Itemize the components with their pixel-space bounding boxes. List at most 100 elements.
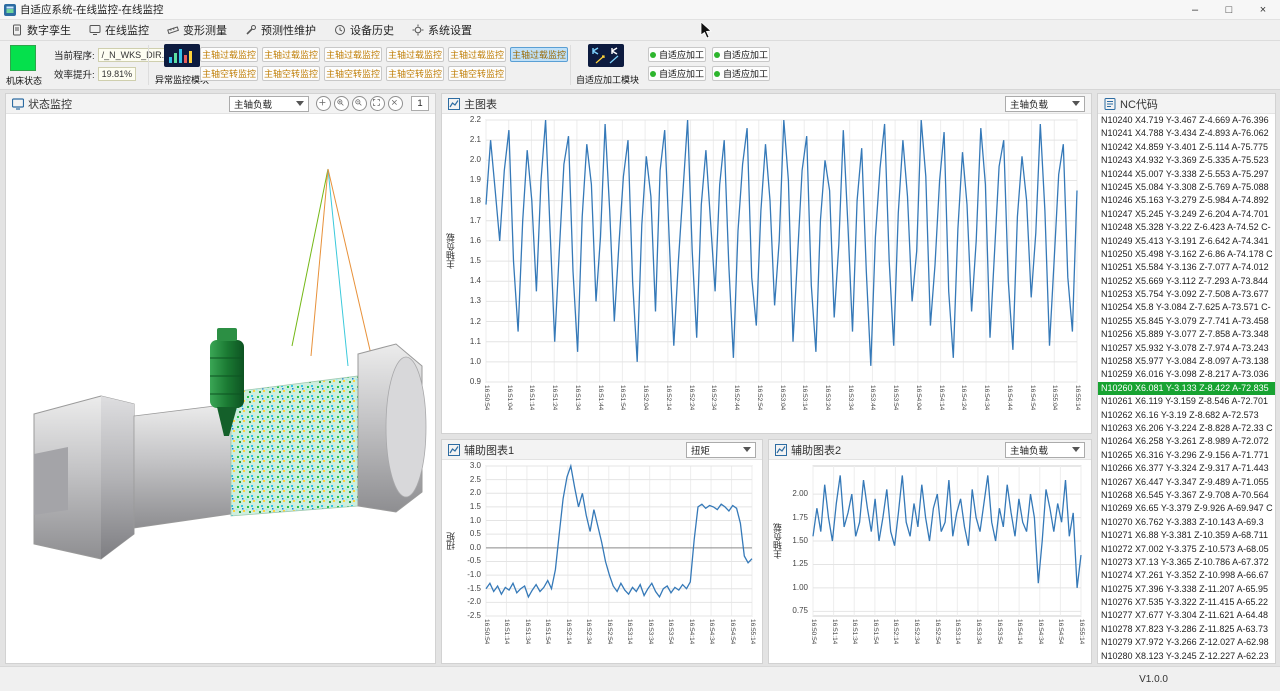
nc-code-line[interactable]: N10251 X5.584 Y-3.136 Z-7.077 A-74.012	[1098, 261, 1275, 274]
fit-icon	[373, 99, 382, 108]
machine-status-indicator	[10, 45, 36, 71]
fit-tool-button[interactable]	[370, 96, 385, 111]
nc-code-line[interactable]: N10276 X7.535 Y-3.322 Z-11.415 A-65.22	[1098, 596, 1275, 609]
nc-code-line[interactable]: N10245 X5.084 Y-3.308 Z-5.769 A-75.088	[1098, 181, 1275, 194]
nc-code-line[interactable]: N10278 X7.823 Y-3.286 Z-11.825 A-63.73	[1098, 623, 1275, 636]
nc-code-line[interactable]: N10266 X6.377 Y-3.324 Z-9.317 A-71.443	[1098, 462, 1275, 475]
aux-chart1-header: 辅助图表1 扭矩	[442, 440, 762, 460]
window-controls: – □ ×	[1178, 0, 1280, 19]
nc-code-line[interactable]: N10256 X5.889 Y-3.077 Z-7.858 A-73.348	[1098, 328, 1275, 341]
main-chart-header: 主图表 主轴负载	[442, 94, 1091, 114]
nc-code-line[interactable]: N10252 X5.669 Y-3.112 Z-7.293 A-73.844	[1098, 275, 1275, 288]
spindle-idle-monitor-button-4[interactable]: 主轴空转监控	[386, 66, 444, 81]
chart-icon	[775, 444, 787, 456]
menu-item-5[interactable]: 设备历史	[325, 20, 403, 40]
adaptive-module: 自适应加工模块	[576, 44, 636, 86]
y-axis-label: 主轴负载	[771, 466, 784, 616]
nc-code-line[interactable]: N10280 X8.123 Y-3.245 Z-12.227 A-62.23	[1098, 650, 1275, 662]
nc-code-line[interactable]: N10270 X6.762 Y-3.383 Z-10.143 A-69.3	[1098, 516, 1275, 529]
nc-code-line[interactable]: N10271 X6.88 Y-3.381 Z-10.359 A-68.711	[1098, 529, 1275, 542]
aux-chart1-plot-area[interactable]: 16:50:5416:51:1416:51:3416:51:5416:52:14…	[442, 460, 762, 662]
status-monitor-title: 状态监控	[28, 96, 72, 112]
main-chart-plot-area[interactable]: 16:50:5416:51:0416:51:1416:51:2416:51:34…	[442, 114, 1091, 432]
spindle-idle-monitor-button-1[interactable]: 主轴空转监控	[200, 66, 258, 81]
view-metric-dropdown[interactable]: 主轴负载	[229, 96, 309, 112]
spindle-overload-monitor-button-6[interactable]: 主轴过载监控	[510, 47, 568, 62]
spindle-overload-monitor-button-1[interactable]: 主轴过载监控	[200, 47, 258, 62]
wrench-icon	[245, 24, 257, 36]
menu-item-label: 预测性维护	[261, 22, 316, 38]
menu-item-2[interactable]: 在线监控	[80, 20, 158, 40]
spindle-overload-monitor-button-3[interactable]: 主轴过载监控	[324, 47, 382, 62]
nc-code-line[interactable]: N10257 X5.932 Y-3.078 Z-7.974 A-73.243	[1098, 342, 1275, 355]
menu-item-label: 在线监控	[105, 22, 149, 38]
pan-tool-button[interactable]	[316, 96, 331, 111]
nc-code-line[interactable]: N10241 X4.788 Y-3.434 Z-4.893 A-76.062	[1098, 127, 1275, 140]
adaptive-machining-button-3[interactable]: 自适应加工	[648, 66, 706, 81]
adaptive-machining-button-1[interactable]: 自适应加工	[648, 47, 706, 62]
spindle-idle-monitor-button-2[interactable]: 主轴空转监控	[262, 66, 320, 81]
adaptive-machining-button-2[interactable]: 自适应加工	[712, 47, 770, 62]
nc-code-line-active[interactable]: N10260 X6.081 Y-3.133 Z-8.422 A-72.835	[1098, 382, 1275, 395]
nc-code-line[interactable]: N10262 X6.16 Y-3.19 Z-8.682 A-72.573	[1098, 409, 1275, 422]
nc-code-line[interactable]: N10267 X6.447 Y-3.347 Z-9.489 A-71.055	[1098, 476, 1275, 489]
nc-code-line[interactable]: N10247 X5.245 Y-3.249 Z-6.204 A-74.701	[1098, 208, 1275, 221]
nc-code-line[interactable]: N10275 X7.396 Y-3.338 Z-11.207 A-65.95	[1098, 583, 1275, 596]
nc-code-line[interactable]: N10264 X6.258 Y-3.261 Z-8.989 A-72.072	[1098, 435, 1275, 448]
adaptive-machining-button-4[interactable]: 自适应加工	[712, 66, 770, 81]
menu-item-1[interactable]: 数字孪生	[2, 20, 80, 40]
main-chart-metric-dropdown[interactable]: 主轴负载	[1005, 96, 1085, 112]
spindle-overload-monitor-button-5[interactable]: 主轴过载监控	[448, 47, 506, 62]
nc-code-line[interactable]: N10248 X5.328 Y-3.22 Z-6.423 A-74.52 C-	[1098, 221, 1275, 234]
nc-code-line[interactable]: N10277 X7.677 Y-3.304 Z-11.621 A-64.48	[1098, 609, 1275, 622]
nc-code-line[interactable]: N10268 X6.545 Y-3.367 Z-9.708 A-70.564	[1098, 489, 1275, 502]
aux-chart1-metric-dropdown[interactable]: 扭矩	[686, 442, 756, 458]
status-strip: 机床状态 当前程序: /_N_WKS_DIR... 效率提升: 19.81% 异…	[0, 41, 1280, 90]
nc-code-line[interactable]: N10255 X5.845 Y-3.079 Z-7.741 A-73.458	[1098, 315, 1275, 328]
nc-code-line[interactable]: N10246 X5.163 Y-3.279 Z-5.984 A-74.892	[1098, 194, 1275, 207]
nc-code-line[interactable]: N10242 X4.859 Y-3.401 Z-5.114 A-75.775	[1098, 141, 1275, 154]
nc-code-line[interactable]: N10244 X5.007 Y-3.338 Z-5.553 A-75.297	[1098, 168, 1275, 181]
nc-code-line[interactable]: N10274 X7.261 Y-3.352 Z-10.998 A-66.67	[1098, 569, 1275, 582]
spindle-overload-monitor-button-4[interactable]: 主轴过载监控	[386, 47, 444, 62]
nc-code-line[interactable]: N10258 X5.977 Y-3.084 Z-8.097 A-73.138	[1098, 355, 1275, 368]
nc-code-line[interactable]: N10243 X4.932 Y-3.369 Z-5.335 A-75.523	[1098, 154, 1275, 167]
nc-code-line[interactable]: N10265 X6.316 Y-3.296 Z-9.156 A-71.771	[1098, 449, 1275, 462]
nc-code-line[interactable]: N10273 X7.13 Y-3.365 Z-10.786 A-67.372	[1098, 556, 1275, 569]
nc-code-line[interactable]: N10259 X6.016 Y-3.098 Z-8.217 A-73.036	[1098, 368, 1275, 381]
adaptive-button-label: 自适应加工	[723, 67, 768, 80]
minimize-button[interactable]: –	[1178, 0, 1212, 19]
nc-code-line[interactable]: N10240 X4.719 Y-3.467 Z-4.669 A-76.396	[1098, 114, 1275, 127]
nc-code-line[interactable]: N10272 X7.002 Y-3.375 Z-10.573 A-68.05	[1098, 543, 1275, 556]
aux-chart2-plot-area[interactable]: 16:50:5416:51:1416:51:3416:51:5416:52:14…	[769, 460, 1091, 662]
menu-item-4[interactable]: 预测性维护	[236, 20, 325, 40]
nc-code-list[interactable]: N10240 X4.719 Y-3.467 Z-4.669 A-76.396N1…	[1098, 114, 1275, 662]
menu-item-3[interactable]: 变形测量	[158, 20, 236, 40]
zoom-out-tool-button[interactable]	[352, 96, 367, 111]
main-chart-title: 主图表	[464, 96, 497, 112]
spindle-idle-monitor-button-3[interactable]: 主轴空转监控	[324, 66, 382, 81]
nc-code-line[interactable]: N10253 X5.754 Y-3.092 Z-7.508 A-73.677	[1098, 288, 1275, 301]
aux-chart1-title: 辅助图表1	[464, 442, 514, 458]
anomaly-module-icon	[164, 44, 200, 67]
maximize-button[interactable]: □	[1212, 0, 1246, 19]
aux-chart2-metric-dropdown[interactable]: 主轴负载	[1005, 442, 1085, 458]
code-icon	[1104, 98, 1116, 110]
spindle-idle-monitor-button-5[interactable]: 主轴空转监控	[448, 66, 506, 81]
close-tool-button[interactable]	[388, 96, 403, 111]
close-button[interactable]: ×	[1246, 0, 1280, 19]
nc-code-line[interactable]: N10263 X6.206 Y-3.224 Z-8.828 A-72.33 C	[1098, 422, 1275, 435]
spindle-overload-monitor-button-2[interactable]: 主轴过载监控	[262, 47, 320, 62]
nc-code-line[interactable]: N10254 X5.8 Y-3.084 Z-7.625 A-73.571 C-	[1098, 301, 1275, 314]
efficiency-label: 效率提升:	[54, 67, 95, 81]
zoom-level-box[interactable]: 1	[411, 96, 429, 111]
nc-code-line[interactable]: N10279 X7.972 Y-3.266 Z-12.027 A-62.98	[1098, 636, 1275, 649]
nc-code-line[interactable]: N10269 X6.65 Y-3.379 Z-9.926 A-69.947 C	[1098, 502, 1275, 515]
viewport-3d[interactable]	[6, 114, 435, 662]
nc-code-line[interactable]: N10250 X5.498 Y-3.162 Z-6.86 A-74.178 C	[1098, 248, 1275, 261]
zoom-in-tool-button[interactable]	[334, 96, 349, 111]
green-status-dot-icon	[650, 52, 656, 58]
menu-item-6[interactable]: 系统设置	[403, 20, 481, 40]
nc-code-line[interactable]: N10249 X5.413 Y-3.191 Z-6.642 A-74.341	[1098, 235, 1275, 248]
nc-code-line[interactable]: N10261 X6.119 Y-3.159 Z-8.546 A-72.701	[1098, 395, 1275, 408]
